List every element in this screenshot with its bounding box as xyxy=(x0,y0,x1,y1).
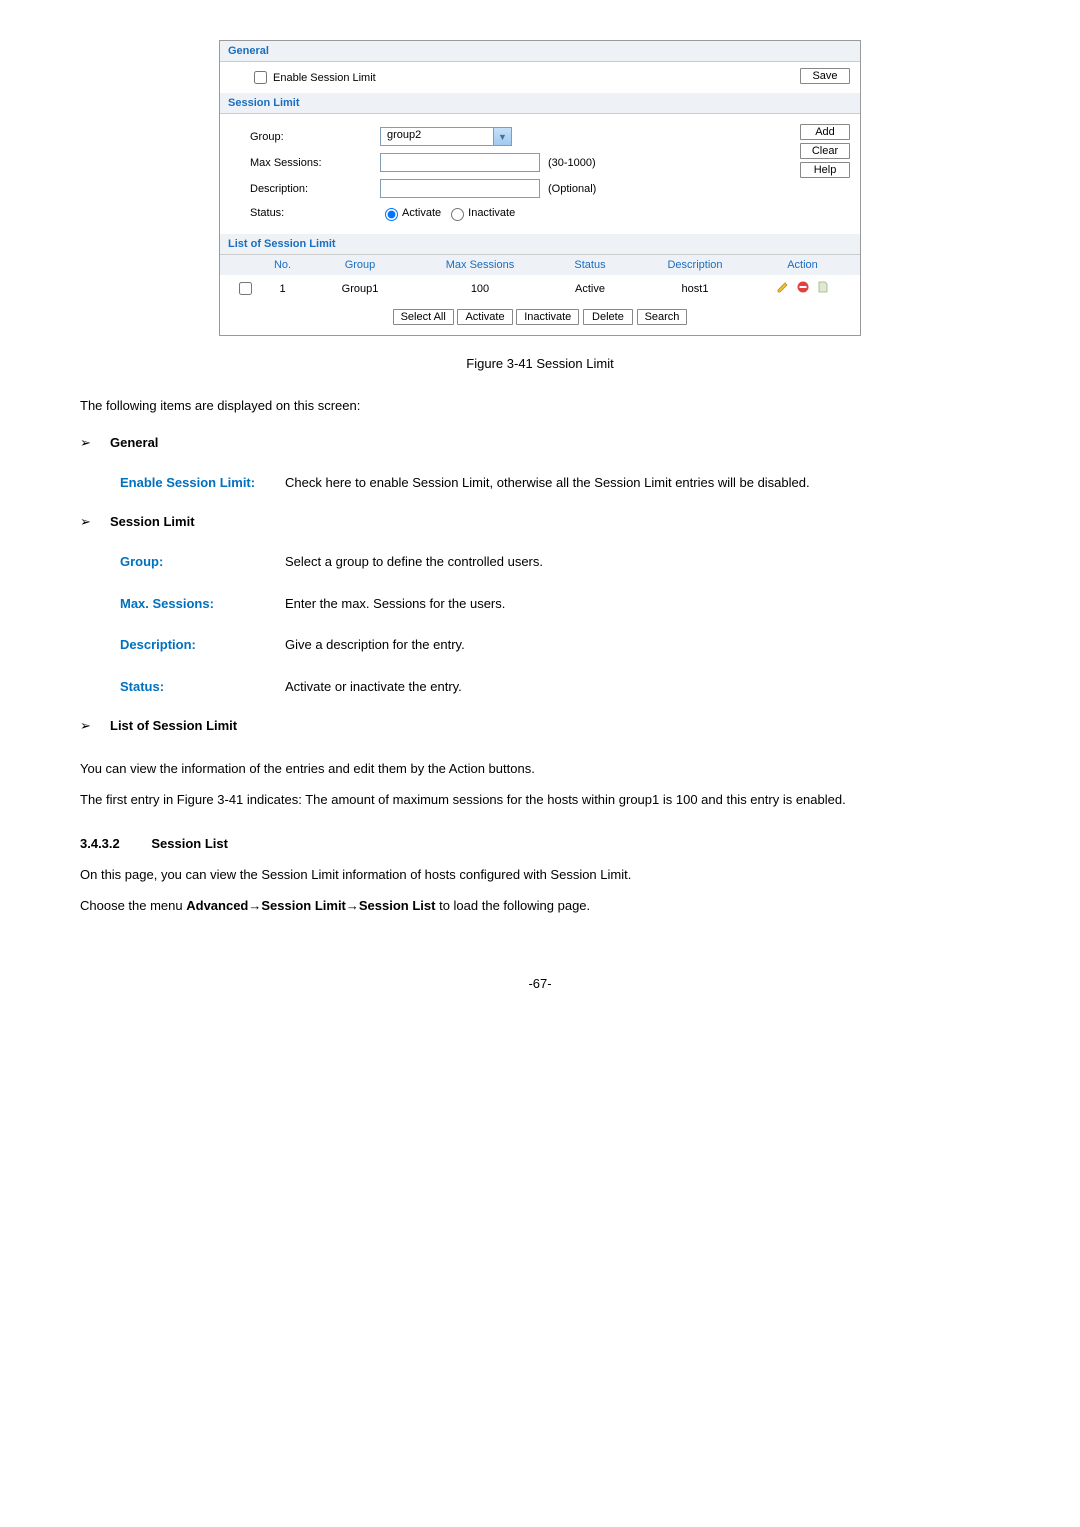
description-input[interactable] xyxy=(380,179,540,198)
section-title: Session List xyxy=(151,836,228,851)
edit-icon[interactable] xyxy=(776,280,790,294)
cell-group: Group1 xyxy=(305,283,415,295)
bullet-list: List of Session Limit xyxy=(110,718,237,733)
activate-radio[interactable] xyxy=(385,208,398,221)
inactivate-label: Inactivate xyxy=(468,207,515,219)
group-label: Group: xyxy=(250,131,380,143)
inactivate-button[interactable]: Inactivate xyxy=(516,309,579,325)
def-max: Enter the max. Sessions for the users. xyxy=(285,594,1000,614)
section-heading: 3.4.3.2 Session List xyxy=(80,836,1000,851)
search-button[interactable]: Search xyxy=(637,309,688,325)
delete-icon[interactable] xyxy=(796,280,810,294)
session-limit-header: Session Limit xyxy=(220,93,860,114)
col-group: Group xyxy=(305,259,415,271)
intro-text: The following items are displayed on thi… xyxy=(80,396,1000,417)
list-header: List of Session Limit xyxy=(220,234,860,255)
col-max: Max Sessions xyxy=(415,259,545,271)
list-para1: You can view the information of the entr… xyxy=(80,759,1000,780)
cell-no: 1 xyxy=(260,283,305,295)
heading-para1: On this page, you can view the Session L… xyxy=(80,865,1000,886)
row-checkbox[interactable] xyxy=(239,282,252,295)
max-sessions-input[interactable] xyxy=(380,153,540,172)
activate-button[interactable]: Activate xyxy=(457,309,512,325)
def-group: Select a group to define the controlled … xyxy=(285,552,1000,572)
desc-hint: (Optional) xyxy=(548,183,596,195)
bullet-icon: ➢ xyxy=(80,718,110,734)
cell-desc: host1 xyxy=(635,283,755,295)
term-status: Status: xyxy=(120,677,285,697)
term-enable-session: Enable Session Limit: xyxy=(120,473,285,493)
cell-status: Active xyxy=(545,283,635,295)
description-label: Description: xyxy=(250,183,380,195)
col-action: Action xyxy=(755,259,850,271)
general-header: General xyxy=(220,41,860,62)
term-desc: Description: xyxy=(120,635,285,655)
col-desc: Description xyxy=(635,259,755,271)
bullet-icon: ➢ xyxy=(80,514,110,530)
delete-button[interactable]: Delete xyxy=(583,309,633,325)
max-hint: (30-1000) xyxy=(548,157,596,169)
add-button[interactable]: Add xyxy=(800,124,850,140)
help-button[interactable]: Help xyxy=(800,162,850,178)
select-all-button[interactable]: Select All xyxy=(393,309,454,325)
bullet-icon: ➢ xyxy=(80,435,110,451)
def-desc: Give a description for the entry. xyxy=(285,635,1000,655)
session-limit-panel: General Enable Session Limit Save Sessio… xyxy=(219,40,861,336)
inactivate-radio[interactable] xyxy=(451,208,464,221)
page-icon[interactable] xyxy=(816,280,830,294)
table-header-row: No. Group Max Sessions Status Descriptio… xyxy=(220,255,860,275)
cell-max: 100 xyxy=(415,283,545,295)
bullet-general: General xyxy=(110,435,158,450)
group-value: group2 xyxy=(380,127,494,146)
def-status: Activate or inactivate the entry. xyxy=(285,677,1000,697)
status-label: Status: xyxy=(250,207,380,219)
max-sessions-label: Max Sessions: xyxy=(250,157,380,169)
page-number: -67- xyxy=(80,976,1000,991)
enable-session-label: Enable Session Limit xyxy=(273,72,376,84)
section-number: 3.4.3.2 xyxy=(80,836,120,851)
term-group: Group: xyxy=(120,552,285,572)
table-row: 1 Group1 100 Active host1 xyxy=(220,275,860,302)
figure-caption: Figure 3-41 Session Limit xyxy=(80,356,1000,371)
term-max: Max. Sessions: xyxy=(120,594,285,614)
group-select[interactable]: group2 ▼ xyxy=(380,127,512,146)
col-status: Status xyxy=(545,259,635,271)
chevron-down-icon: ▼ xyxy=(494,127,512,146)
enable-session-checkbox[interactable] xyxy=(254,71,267,84)
list-para2: The first entry in Figure 3-41 indicates… xyxy=(80,790,1000,811)
clear-button[interactable]: Clear xyxy=(800,143,850,159)
activate-label: Activate xyxy=(402,207,441,219)
bullet-session-limit: Session Limit xyxy=(110,514,195,529)
def-enable-session: Check here to enable Session Limit, othe… xyxy=(285,473,1000,493)
heading-para2: Choose the menu Advanced→Session Limit→S… xyxy=(80,896,1000,917)
col-no: No. xyxy=(260,259,305,271)
save-button[interactable]: Save xyxy=(800,68,850,84)
table-button-bar: Select All Activate Inactivate Delete Se… xyxy=(220,302,860,335)
